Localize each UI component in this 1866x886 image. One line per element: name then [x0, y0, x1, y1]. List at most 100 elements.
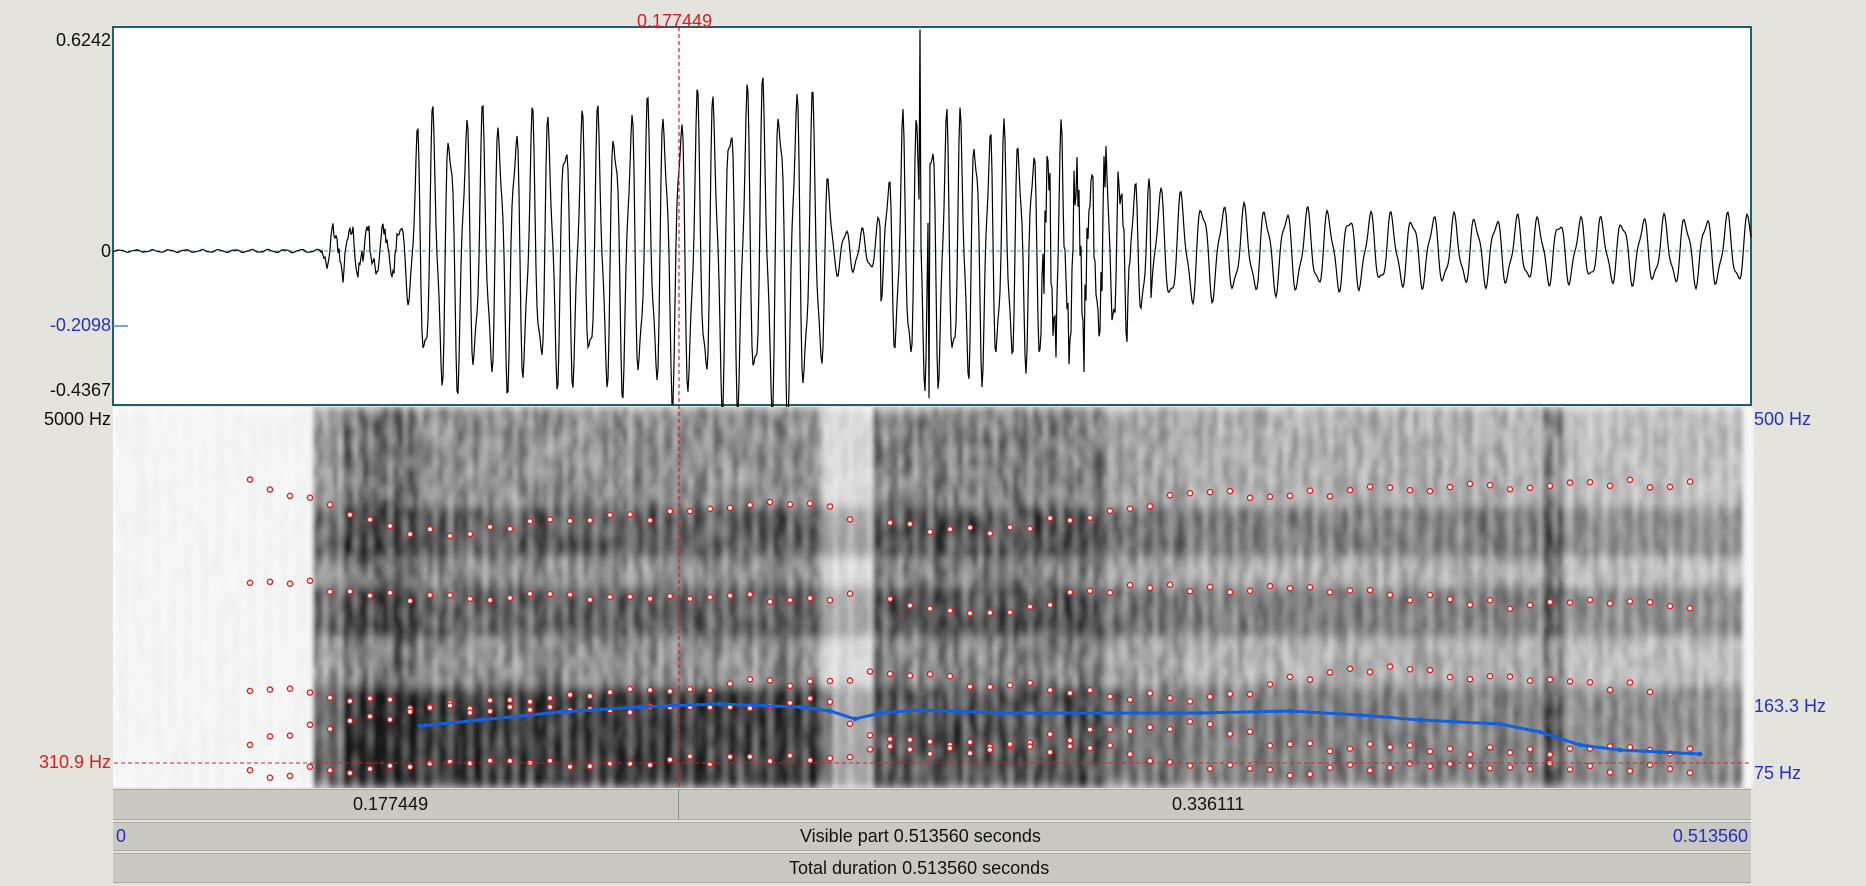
formant-point [1246, 765, 1254, 772]
formant-point [1246, 587, 1254, 595]
formant-point [246, 579, 254, 587]
formant-point [526, 590, 534, 598]
pitch-point [1417, 717, 1423, 723]
formant-point [1026, 603, 1034, 610]
formant-point [1426, 591, 1434, 599]
formant-point [646, 595, 654, 603]
pitch-point [852, 716, 858, 722]
formant-point [1326, 747, 1334, 755]
formant-point [1046, 731, 1054, 738]
formant-point [1306, 583, 1314, 591]
formant-point [646, 686, 654, 694]
formant-point [1326, 493, 1334, 500]
formant-point [1166, 694, 1174, 702]
waveform-max-label: 0.6242 [55, 30, 111, 50]
formant-point [726, 504, 734, 512]
formant-point [746, 676, 754, 683]
formant-point [926, 738, 934, 745]
formant-point [1586, 478, 1594, 486]
formant-point [1586, 596, 1594, 604]
visible-part-bar[interactable]: 0 Visible part 0.513560 seconds 0.513560 [113, 822, 1751, 851]
formant-point [486, 697, 494, 704]
formant-point [746, 501, 754, 509]
pitch-point [1697, 751, 1703, 757]
formant-point [1126, 581, 1134, 589]
formant-point [966, 683, 974, 690]
formant-point [1026, 743, 1034, 750]
formant-point [1406, 666, 1414, 673]
sound-editor-canvas[interactable] [0, 0, 1866, 820]
formant-point [1666, 483, 1674, 491]
formant-point [1086, 726, 1094, 733]
pitch-current-label: 163.3 Hz [1754, 696, 1827, 716]
formant-point [266, 733, 274, 740]
formant-point [1066, 589, 1074, 596]
spectrogram-image [113, 407, 1754, 788]
waveform-panel[interactable] [112, 26, 1752, 406]
formant-point [326, 725, 334, 733]
total-duration-label[interactable]: Total duration 0.513560 seconds [789, 859, 1049, 877]
formant-point [1266, 493, 1274, 501]
formant-point [1106, 589, 1114, 596]
selection-right-duration[interactable]: 0.336111 [1172, 795, 1244, 813]
formant-point [506, 696, 514, 704]
formant-point [526, 698, 534, 706]
formant-point [1186, 489, 1194, 497]
formant-point [1106, 693, 1114, 700]
formant-point [1506, 673, 1514, 680]
formant-point [1426, 762, 1434, 770]
selection-bar[interactable]: 0.177449 0.336111 [113, 789, 1751, 820]
pitch-point [877, 710, 883, 716]
formant-point [906, 746, 914, 753]
formant-point [826, 596, 834, 604]
formant-point [1566, 745, 1574, 753]
visible-end-time: 0.513560 [1672, 826, 1748, 846]
formant-point [386, 716, 394, 723]
formant-point [1666, 602, 1674, 610]
formant-point [246, 741, 254, 749]
formant-point [486, 523, 494, 531]
formant-point [386, 762, 394, 770]
formant-point [706, 594, 714, 601]
visible-part-label[interactable]: Visible part 0.513560 seconds [800, 827, 1041, 845]
formant-point [806, 695, 814, 702]
formant-point [506, 703, 514, 711]
formant-point [1486, 672, 1494, 680]
formant-point [306, 721, 314, 729]
total-duration-bar[interactable]: Total duration 0.513560 seconds [113, 853, 1751, 883]
formant-point [466, 595, 474, 603]
formant-point [406, 708, 414, 715]
formant-point [586, 763, 594, 770]
formant-point [1306, 676, 1314, 683]
formant-point [886, 595, 894, 603]
formant-point [1026, 679, 1034, 687]
formant-point [906, 736, 914, 744]
formant-point [266, 486, 274, 493]
formant-point [1106, 507, 1114, 515]
formant-point [1606, 482, 1614, 490]
selection-left-duration[interactable]: 0.177449 [353, 795, 428, 813]
formant-point [1386, 764, 1394, 772]
formant-point [786, 752, 794, 759]
formant-point [466, 709, 474, 717]
formant-point [1466, 480, 1474, 488]
pitch-point [1097, 710, 1103, 716]
formant-point [946, 745, 954, 752]
formant-point [1186, 718, 1194, 725]
formant-point [1546, 676, 1554, 683]
formant-point [1646, 484, 1654, 491]
formant-point [766, 677, 774, 684]
pitch-point [1617, 747, 1623, 753]
formant-point [706, 760, 714, 768]
formant-point [1686, 478, 1694, 486]
formant-point [1686, 745, 1694, 752]
formant-point [866, 732, 874, 739]
formant-point [626, 685, 634, 693]
formant-point [1226, 730, 1234, 738]
formant-point [1046, 601, 1054, 609]
formant-point [1326, 589, 1334, 596]
formant-point [666, 507, 674, 515]
formant-point [1486, 764, 1494, 772]
formant-point [846, 720, 854, 728]
formant-point [1406, 596, 1414, 604]
